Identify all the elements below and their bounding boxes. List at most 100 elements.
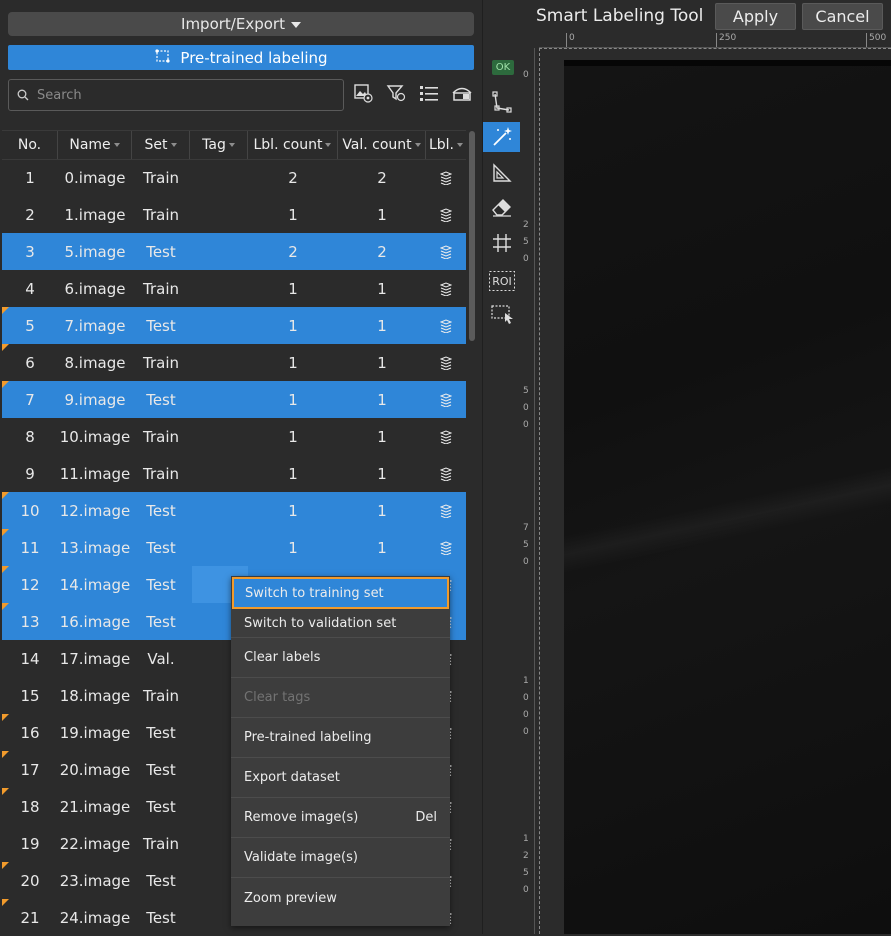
ruler-label: 5 xyxy=(523,868,529,878)
column-header-label: Name xyxy=(69,137,111,153)
roi-select-icon[interactable] xyxy=(483,298,521,328)
context-menu-item[interactable]: Switch to training set xyxy=(232,577,449,609)
layers-icon[interactable] xyxy=(426,529,466,566)
column-header-tag[interactable]: Tag xyxy=(190,131,248,159)
column-header-no[interactable]: No. xyxy=(2,131,58,159)
ruler-label: 1 xyxy=(523,676,529,686)
unlabeled-flag-icon xyxy=(2,492,9,499)
cell-set: Test xyxy=(146,612,176,631)
table-row[interactable]: 5 7.image Test 1 1 xyxy=(2,307,466,344)
layers-icon[interactable] xyxy=(426,418,466,455)
cell-validation-count: 2 xyxy=(377,242,387,261)
filter-icon[interactable] xyxy=(385,82,407,104)
context-menu-item[interactable]: Zoom preview xyxy=(231,878,450,918)
ruler-label: 0 xyxy=(523,70,529,80)
cell-set: Train xyxy=(143,464,179,483)
table-row[interactable]: 8 10.image Train 1 1 xyxy=(2,418,466,455)
table-row[interactable]: 6 8.image Train 1 1 xyxy=(2,344,466,381)
table-row[interactable]: 10 12.image Test 1 1 xyxy=(2,492,466,529)
cell-no: 12 xyxy=(20,575,40,594)
cell-set: Test xyxy=(146,242,176,261)
table-row[interactable]: 11 13.image Test 1 1 xyxy=(2,529,466,566)
cell-set: Train xyxy=(143,353,179,372)
context-menu-item-label: Pre-trained labeling xyxy=(244,730,372,745)
scrollbar-thumb[interactable] xyxy=(469,131,475,341)
cell-name: 7.image xyxy=(64,316,126,335)
cell-label-count: 1 xyxy=(288,353,298,372)
cell-tag xyxy=(190,492,248,529)
roi-label: ROI xyxy=(492,275,512,288)
context-menu-shortcut: Del xyxy=(415,810,437,825)
import-export-button[interactable]: Import/Export xyxy=(8,12,474,36)
magic-wand-icon[interactable] xyxy=(483,122,521,152)
context-menu-item[interactable]: Pre-trained labeling xyxy=(231,718,450,758)
grid-icon[interactable] xyxy=(483,228,521,258)
column-settings-icon[interactable] xyxy=(451,82,473,104)
list-tool-icons xyxy=(352,82,473,104)
apply-button[interactable]: Apply xyxy=(715,3,796,30)
cell-name: 8.image xyxy=(64,353,126,372)
eraser-icon[interactable] xyxy=(483,192,521,222)
context-menu-item[interactable]: Switch to validation set xyxy=(231,610,450,638)
sort-arrow-icon xyxy=(170,143,177,147)
cell-set: Train xyxy=(143,205,179,224)
cell-name: 9.image xyxy=(64,390,126,409)
unlabeled-flag-icon xyxy=(2,751,9,758)
column-header-name[interactable]: Name xyxy=(58,131,132,159)
unlabeled-flag-icon xyxy=(2,307,9,314)
context-menu-item-label: Validate image(s) xyxy=(244,850,358,865)
context-menu-item[interactable]: Export dataset xyxy=(231,758,450,798)
cell-validation-count: 1 xyxy=(377,353,387,372)
table-row[interactable]: 2 1.image Train 1 1 xyxy=(2,196,466,233)
layers-icon[interactable] xyxy=(426,381,466,418)
cell-tag xyxy=(190,529,248,566)
pretrained-labeling-button[interactable]: Pre-trained labeling xyxy=(8,45,474,70)
context-menu-item[interactable]: Validate image(s) xyxy=(231,838,450,878)
cell-no: 6 xyxy=(25,353,35,372)
search-input[interactable] xyxy=(35,86,339,104)
table-row[interactable]: 7 9.image Test 1 1 xyxy=(2,381,466,418)
cell-set: Test xyxy=(146,797,176,816)
layers-icon[interactable] xyxy=(426,307,466,344)
polygon-tool-icon[interactable] xyxy=(483,87,521,117)
cell-tag xyxy=(190,418,248,455)
cell-set: Train xyxy=(143,168,179,187)
layers-icon[interactable] xyxy=(426,492,466,529)
layers-icon[interactable] xyxy=(426,159,466,196)
cell-set: Test xyxy=(146,501,176,520)
ruler-triangle-icon[interactable] xyxy=(483,158,521,188)
layers-icon[interactable] xyxy=(426,344,466,381)
ruler-tick xyxy=(866,33,867,47)
cancel-button[interactable]: Cancel xyxy=(802,3,883,30)
layers-icon[interactable] xyxy=(426,196,466,233)
column-header-set[interactable]: Set xyxy=(132,131,190,159)
context-menu-item[interactable]: Remove image(s) Del xyxy=(231,798,450,838)
layers-icon[interactable] xyxy=(426,455,466,492)
layers-icon[interactable] xyxy=(426,270,466,307)
table-row[interactable]: 1 0.image Train 2 2 xyxy=(2,159,466,196)
cell-no: 1 xyxy=(25,168,35,187)
cell-set: Test xyxy=(146,908,176,927)
column-header-validation-count[interactable]: Val. count xyxy=(338,131,426,159)
cell-no: 14 xyxy=(20,649,40,668)
column-header-label-count[interactable]: Lbl. count xyxy=(248,131,338,159)
list-view-icon[interactable] xyxy=(418,82,440,104)
table-row[interactable]: 3 5.image Test 2 2 xyxy=(2,233,466,270)
context-menu-item-label: Clear tags xyxy=(244,690,311,705)
cell-label-count: 1 xyxy=(288,464,298,483)
table-header: No. Name Set Tag Lbl. count Val. count L… xyxy=(2,130,466,160)
column-header-label: Set xyxy=(144,137,168,153)
cell-set: Train xyxy=(143,686,179,705)
table-row[interactable]: 4 6.image Train 1 1 xyxy=(2,270,466,307)
context-menu-item[interactable]: Clear labels xyxy=(231,638,450,678)
layers-icon[interactable] xyxy=(426,233,466,270)
cell-name: 6.image xyxy=(64,279,126,298)
image-settings-icon[interactable] xyxy=(352,82,374,104)
image-top-edge xyxy=(564,60,891,66)
cell-label-count: 1 xyxy=(288,501,298,520)
ruler-label: 5 xyxy=(523,386,529,396)
roi-icon[interactable]: ROI xyxy=(483,266,521,296)
table-row[interactable]: 9 11.image Train 1 1 xyxy=(2,455,466,492)
ruler-label: 5 xyxy=(523,540,529,550)
column-header-label-info[interactable]: Lbl. xyxy=(426,131,466,159)
